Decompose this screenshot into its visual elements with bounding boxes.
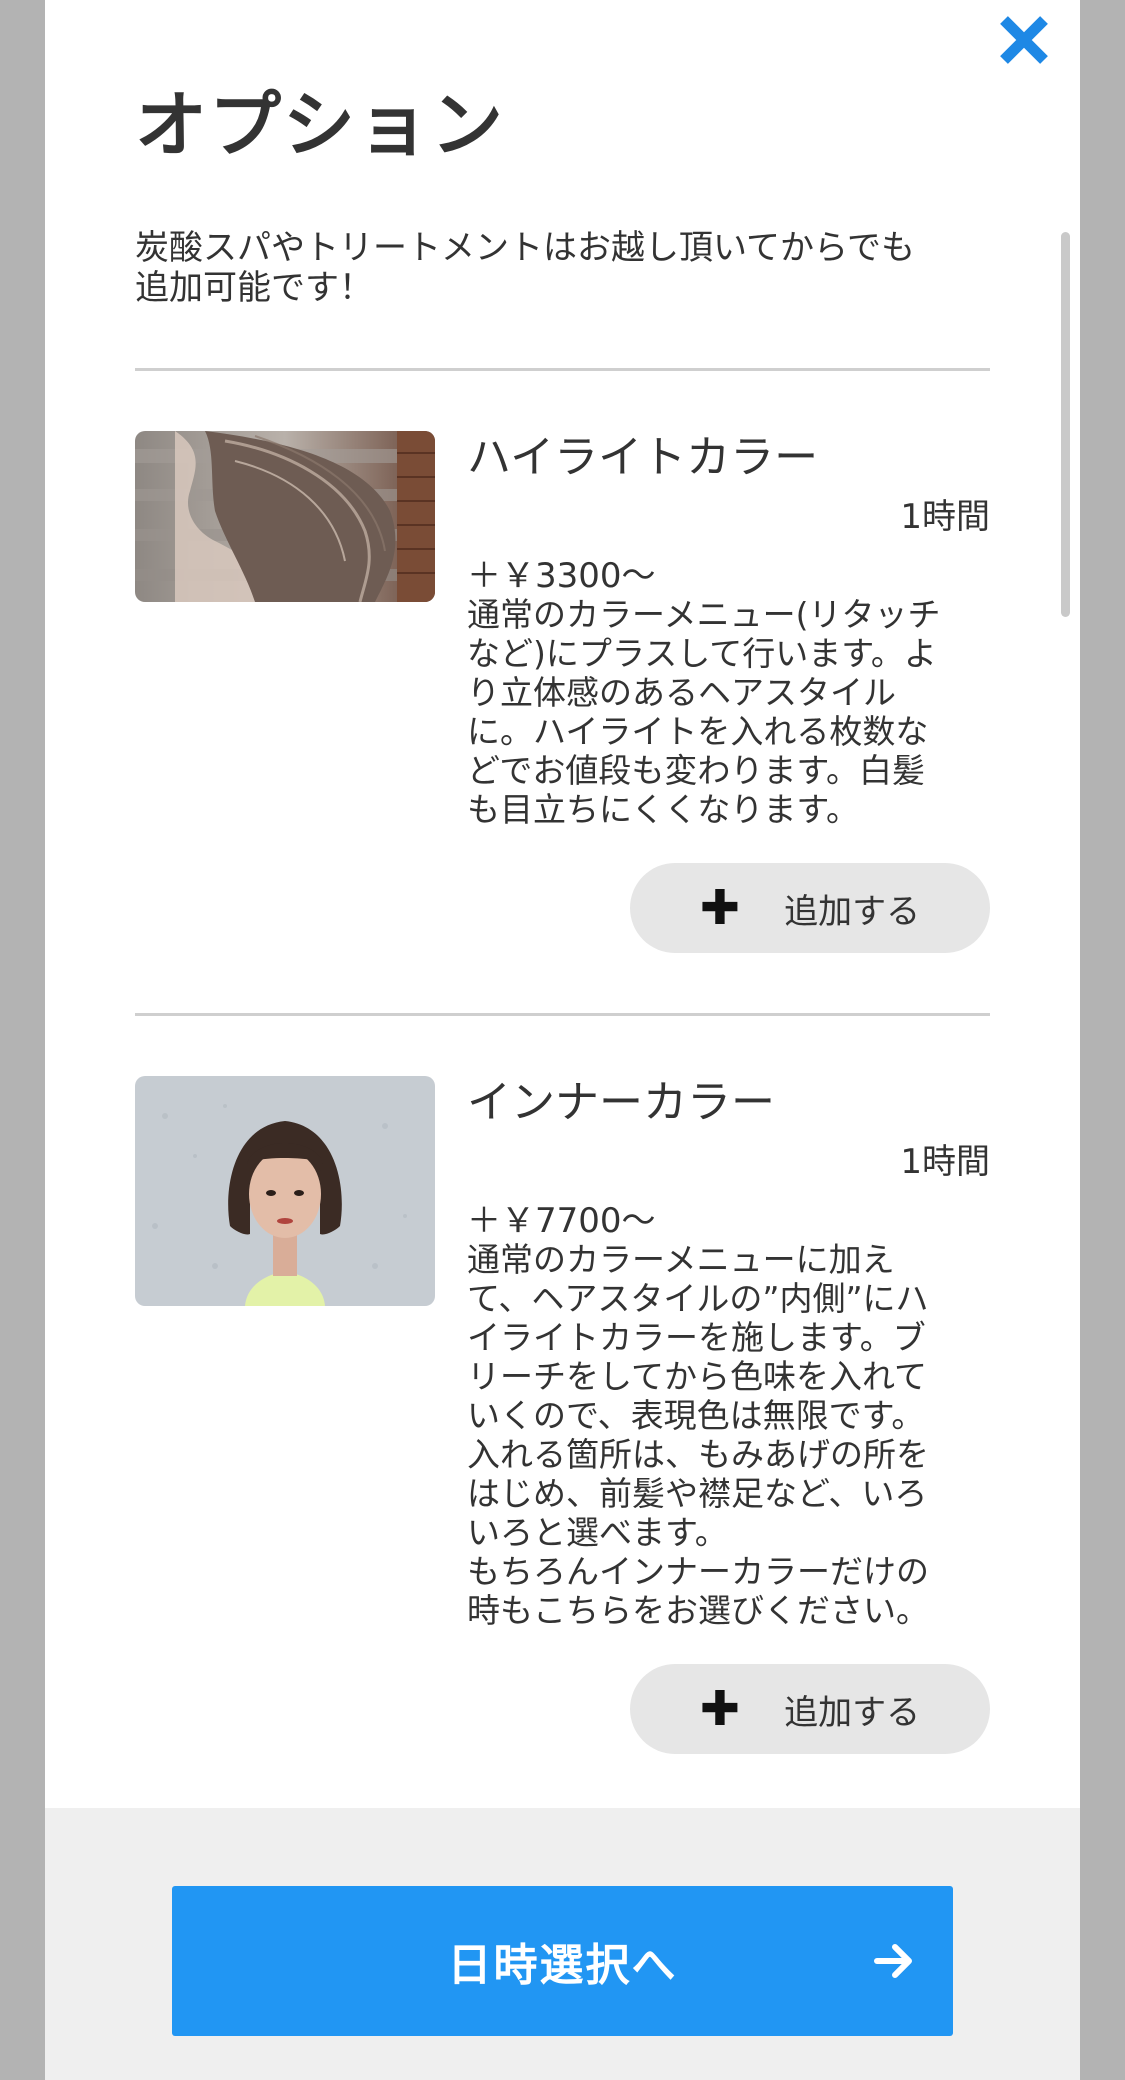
option-price: ＋￥7700〜: [467, 1201, 656, 1241]
add-option-button[interactable]: ✚ 追加する: [630, 863, 990, 953]
arrow-right-icon: [874, 1944, 912, 1978]
add-button-label: 追加する: [784, 891, 921, 932]
option-item: インナーカラー 1時間 ＋￥7700〜 通常のカラーメニューに加え て、ヘアスタ…: [135, 1016, 990, 1754]
option-name: ハイライトカラー: [467, 432, 819, 483]
next-to-datetime-button[interactable]: 日時選択へ: [172, 1886, 953, 2036]
option-name: インナーカラー: [467, 1077, 775, 1128]
option-duration: 1時間: [900, 497, 990, 537]
modal-content: オプション 炭酸スパやトリートメントはお越し頂いてからでも 追加可能です！ ハイ…: [135, 0, 990, 1754]
close-icon: [1000, 16, 1048, 64]
option-price: ＋￥3300〜: [467, 556, 656, 596]
intro-text: 炭酸スパやトリートメントはお越し頂いてからでも 追加可能です！: [135, 228, 915, 308]
option-description: 通常のカラーメニュー(リタッチ など)にプラスして行います。よ り立体感のあるヘ…: [467, 595, 941, 829]
add-option-button[interactable]: ✚ 追加する: [630, 1664, 990, 1754]
plus-icon: ✚: [699, 880, 741, 936]
plus-icon: ✚: [699, 1681, 741, 1737]
hair-highlight-photo: [135, 431, 435, 602]
options-modal: オプション 炭酸スパやトリートメントはお越し頂いてからでも 追加可能です！ ハイ…: [45, 0, 1080, 2080]
page-title: オプション: [135, 83, 506, 167]
option-item: ハイライトカラー 1時間 ＋￥3300〜 通常のカラーメニュー(リタッチ など)…: [135, 371, 990, 953]
footer-bar: 日時選択へ: [45, 1808, 1080, 2080]
inner-color-portrait-photo: [135, 1076, 435, 1306]
scrollbar-thumb[interactable]: [1061, 232, 1070, 617]
next-button-label: 日時選択へ: [447, 1940, 678, 1991]
add-button-label: 追加する: [784, 1692, 921, 1733]
option-description: 通常のカラーメニューに加え て、ヘアスタイルの”内側”にハ イライトカラーを施し…: [467, 1240, 929, 1630]
option-duration: 1時間: [900, 1142, 990, 1182]
close-button[interactable]: [996, 12, 1052, 68]
